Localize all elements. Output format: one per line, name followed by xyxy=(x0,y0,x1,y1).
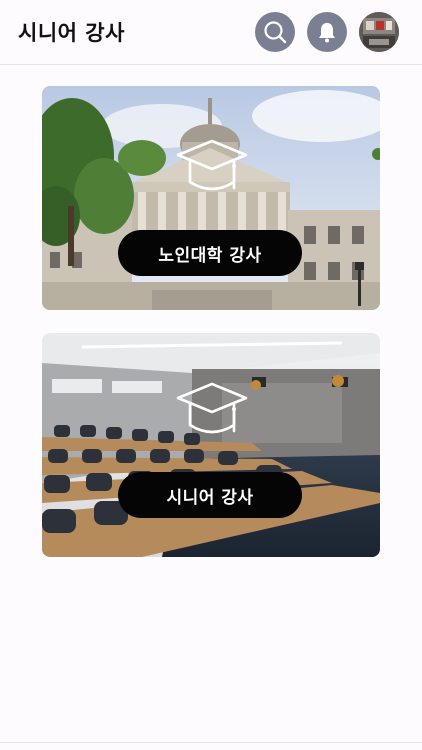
lecture-hall-image xyxy=(42,333,380,557)
search-icon xyxy=(264,21,287,44)
card-label-button[interactable]: 노인대학 강사 xyxy=(118,230,302,276)
app-screen: 시니어 강사 노인대학 강사 시니어 강사 xyxy=(0,0,422,750)
search-button[interactable] xyxy=(255,12,295,52)
card-label-button[interactable]: 시니어 강사 xyxy=(118,472,302,518)
bottom-divider xyxy=(0,742,422,743)
graduation-cap-icon xyxy=(176,382,248,434)
page-title: 시니어 강사 xyxy=(18,21,125,45)
avatar-image xyxy=(359,12,399,52)
top-app-bar: 시니어 강사 xyxy=(0,0,422,65)
notifications-button[interactable] xyxy=(307,12,347,52)
card-senior-college-instructor[interactable]: 노인대학 강사 xyxy=(42,86,380,310)
card-senior-instructor[interactable]: 시니어 강사 xyxy=(42,333,380,557)
graduation-cap-icon xyxy=(176,139,248,191)
bell-icon xyxy=(319,23,335,43)
profile-avatar[interactable] xyxy=(359,12,399,52)
